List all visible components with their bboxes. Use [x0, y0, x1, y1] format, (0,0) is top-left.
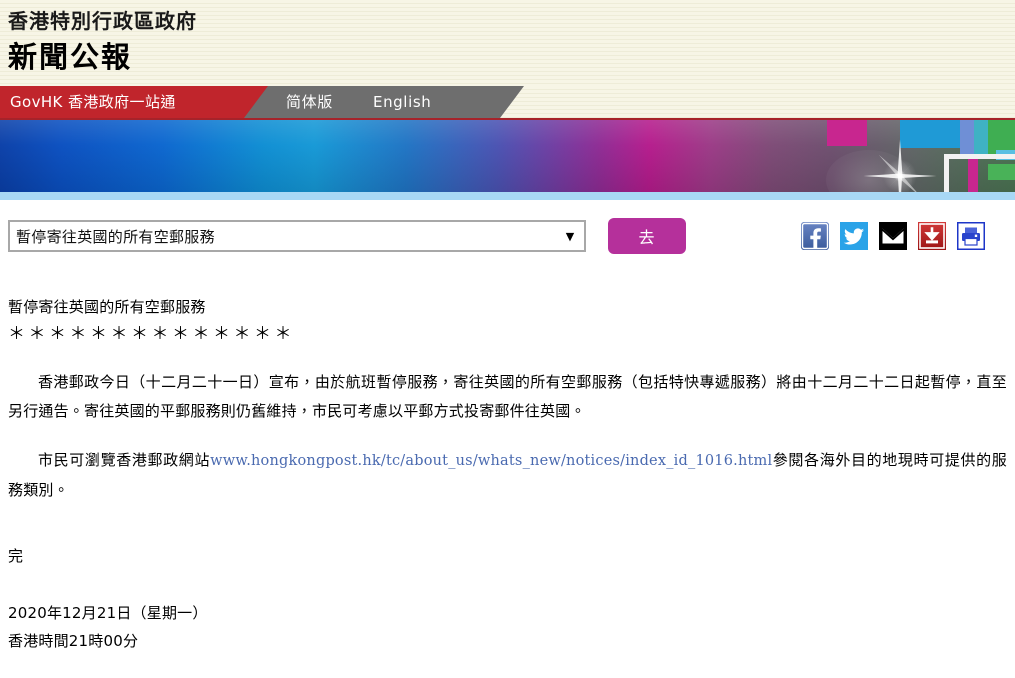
- controls-row: 暫停寄往英國的所有空郵服務 ▼ 去: [0, 212, 1015, 272]
- facebook-icon[interactable]: [801, 222, 829, 250]
- banner-white-frame: [944, 154, 1015, 192]
- email-icon[interactable]: [879, 222, 907, 250]
- end-mark: 完: [8, 547, 24, 565]
- article-headline: 暫停寄往英國的所有空郵服務: [8, 298, 206, 316]
- article-paragraph-2: 市民可瀏覽香港郵政網站www.hongkongpost.hk/tc/about_…: [8, 446, 1007, 505]
- release-time: 香港時間21時00分: [8, 632, 139, 650]
- banner-block-teal: [974, 120, 988, 154]
- twitter-icon[interactable]: [840, 222, 868, 250]
- article-paragraph-1: 香港郵政今日（十二月二十一日）宣布，由於航班暫停服務，寄往英國的所有空郵服務（包…: [8, 373, 1007, 420]
- release-date: 2020年12月21日（星期一）: [8, 604, 208, 622]
- banner-bottom-strip: [0, 192, 1015, 200]
- banner-block-periwinkle: [960, 120, 974, 154]
- hongkongpost-link[interactable]: www.hongkongpost.hk/tc/about_us/whats_ne…: [210, 453, 772, 469]
- nav-link-english[interactable]: English: [373, 86, 431, 118]
- main-content: 暫停寄往英國的所有空郵服務 ▼ 去 暫停寄往英國的所有空郵服務 ＊＊＊＊＊＊＊＊…: [0, 212, 1015, 655]
- download-icon[interactable]: [918, 222, 946, 250]
- top-nav-bar: GovHK 香港政府一站通 简体版 English: [0, 86, 1015, 118]
- news-select-value: 暫停寄往英國的所有空郵服務: [16, 227, 215, 246]
- banner-frame-magenta-bar: [968, 159, 978, 192]
- banner-block-magenta: [827, 120, 867, 146]
- government-name: 香港特別行政區政府: [8, 9, 197, 33]
- masthead: 香港特別行政區政府 新聞公報: [0, 0, 1015, 86]
- go-button[interactable]: 去: [608, 218, 686, 254]
- news-select[interactable]: 暫停寄往英國的所有空郵服務 ▼: [8, 220, 586, 252]
- banner-block-cyan: [900, 120, 960, 148]
- print-icon[interactable]: [957, 222, 985, 250]
- banner-gradient: [0, 120, 1015, 192]
- asterisk-separator: ＊＊＊＊＊＊＊＊＊＊＊＊＊＊: [8, 324, 295, 344]
- nav-link-simplified-chinese[interactable]: 简体版: [286, 86, 333, 118]
- paragraph-2-prefix: 市民可瀏覽香港郵政網站: [38, 451, 211, 469]
- chevron-down-icon: ▼: [565, 229, 575, 243]
- govhk-link[interactable]: GovHK 香港政府一站通: [10, 86, 176, 118]
- social-share-bar: [801, 222, 985, 250]
- page-title: 新聞公報: [8, 40, 133, 74]
- site-banner: [0, 118, 1015, 200]
- article-body: 暫停寄往英國的所有空郵服務 ＊＊＊＊＊＊＊＊＊＊＊＊＊＊ 香港郵政今日（十二月二…: [0, 294, 1015, 655]
